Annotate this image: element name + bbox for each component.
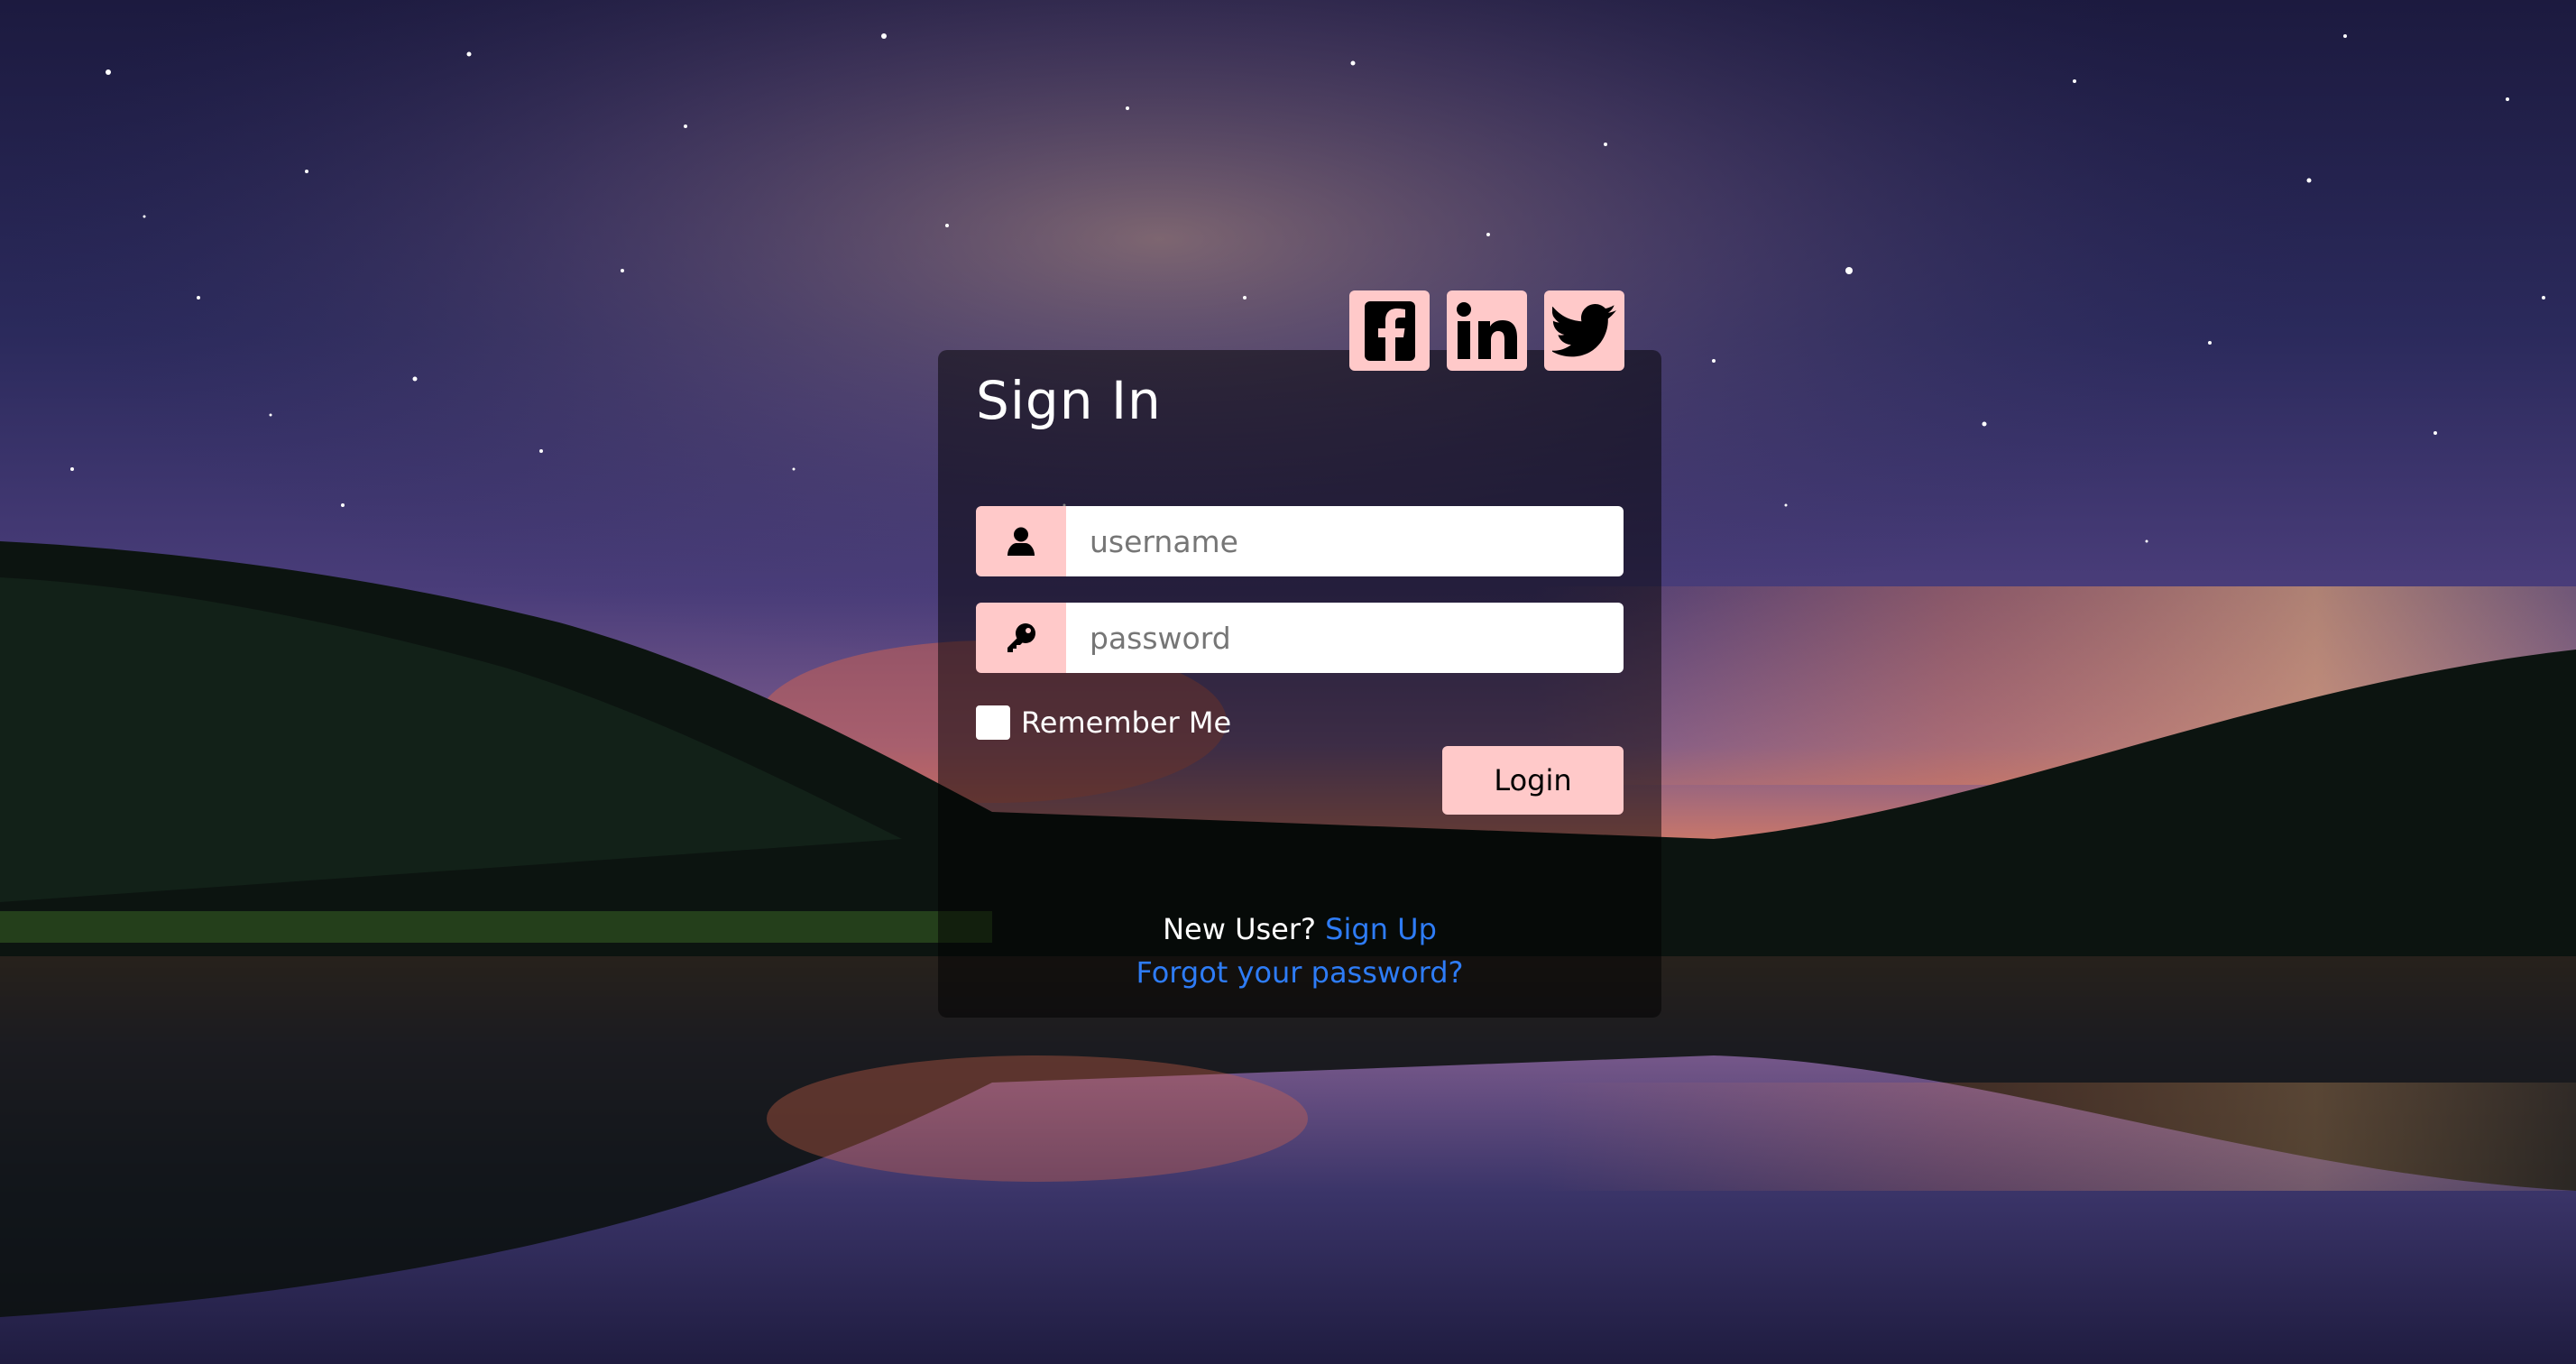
page-title: Sign In xyxy=(976,370,1162,431)
facebook-icon[interactable] xyxy=(1349,290,1430,371)
password-group xyxy=(976,603,1624,673)
new-user-text: New User? xyxy=(1163,912,1316,946)
account-links: New User? Sign Up Forgot your password? xyxy=(938,908,1661,994)
sign-up-link[interactable]: Sign Up xyxy=(1325,912,1437,946)
remember-me: Remember Me xyxy=(976,705,1231,740)
user-icon xyxy=(976,506,1066,576)
key-icon xyxy=(976,603,1066,673)
login-card: Sign In Remember Me Login New User? Sign… xyxy=(938,290,1661,1018)
twitter-icon[interactable] xyxy=(1544,290,1624,371)
remember-checkbox[interactable] xyxy=(976,705,1010,740)
username-group xyxy=(976,506,1624,576)
forgot-password-link[interactable]: Forgot your password? xyxy=(1136,955,1463,990)
username-input[interactable] xyxy=(1066,506,1624,576)
social-links xyxy=(1349,290,1624,371)
linkedin-icon[interactable] xyxy=(1447,290,1527,371)
remember-label: Remember Me xyxy=(1021,705,1232,740)
password-input[interactable] xyxy=(1066,603,1624,673)
login-button[interactable]: Login xyxy=(1442,746,1624,815)
